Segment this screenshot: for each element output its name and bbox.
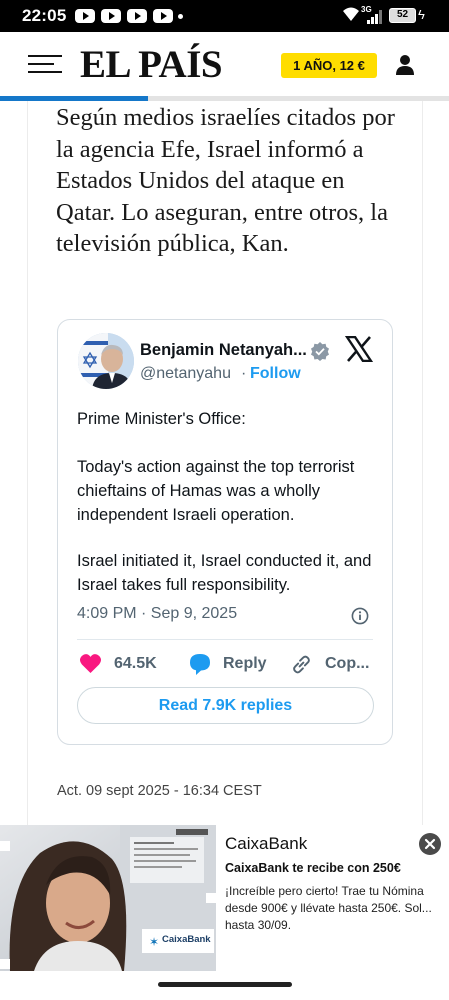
status-bar: 22:05 3G 52 ϟ — [0, 0, 449, 32]
heart-icon[interactable] — [79, 653, 102, 674]
follow-button[interactable]: Follow — [250, 365, 301, 383]
site-logo[interactable]: EL PAÍS — [80, 42, 223, 87]
copy-link-button[interactable]: Cop... — [325, 655, 369, 673]
youtube-icon — [75, 9, 95, 23]
tweet-handle[interactable]: @netanyahu — [140, 365, 231, 383]
article-paragraph: Según medios israelíes citados por la ag… — [56, 104, 395, 257]
reply-icon[interactable] — [188, 652, 212, 676]
close-icon[interactable] — [419, 833, 441, 855]
svg-text:✶: ✶ — [149, 935, 159, 949]
column-divider — [422, 101, 423, 825]
youtube-icon — [127, 9, 147, 23]
x-logo-icon[interactable] — [345, 336, 373, 362]
ad-image[interactable]: ✶ CaixaBank — [0, 825, 216, 971]
tweet-text-paragraph: Israel initiated it, Israel conducted it… — [77, 552, 372, 594]
avatar[interactable] — [78, 333, 134, 389]
ad-image-logo: CaixaBank — [162, 934, 211, 945]
youtube-icon — [153, 9, 173, 23]
tweet-text-paragraph: Today's action against the top terrorist… — [77, 458, 355, 524]
ad-headline[interactable]: CaixaBank te recibe con 250€ — [225, 861, 401, 875]
home-indicator[interactable] — [158, 982, 292, 987]
charging-icon: ϟ — [418, 7, 425, 22]
hamburger-icon[interactable] — [28, 55, 62, 75]
like-count[interactable]: 64.5K — [114, 655, 157, 673]
status-time: 22:05 — [22, 6, 67, 25]
ad-brand[interactable]: CaixaBank — [225, 834, 307, 854]
wifi-icon — [343, 7, 359, 21]
subscribe-button[interactable]: 1 AÑO, 12 € — [281, 53, 377, 78]
tweet-divider — [77, 639, 373, 640]
handle-separator: · — [241, 365, 247, 382]
tweet-embed[interactable]: Benjamin Netanyah... @netanyahu · Follow… — [57, 319, 393, 745]
advertisement-banner[interactable]: ✶ CaixaBank CaixaBank CaixaBank te recib… — [0, 825, 449, 971]
reply-button[interactable]: Reply — [223, 655, 267, 673]
tweet-text-line: Prime Minister's Office: — [77, 410, 246, 428]
signal-icon — [367, 10, 382, 24]
ad-body[interactable]: ¡Increíble pero cierto! Trae tu Nómina d… — [225, 883, 443, 934]
reading-progress-fill — [0, 96, 149, 101]
site-header: EL PAÍS 1 AÑO, 12 € — [0, 32, 449, 96]
battery-icon: 52 — [389, 8, 416, 23]
link-icon[interactable] — [290, 653, 313, 676]
more-notifications-icon — [178, 14, 183, 19]
column-divider — [27, 101, 28, 825]
update-timestamp: Act. 09 sept 2025 - 16:34 CEST — [57, 783, 262, 799]
verified-badge-icon — [311, 342, 329, 361]
user-icon[interactable] — [395, 54, 415, 76]
youtube-icon — [101, 9, 121, 23]
tweet-timestamp[interactable]: 4:09 PM · Sep 9, 2025 — [77, 605, 237, 623]
reading-progress-bar — [0, 96, 449, 101]
read-replies-button[interactable]: Read 7.9K replies — [77, 687, 374, 724]
info-icon[interactable] — [351, 607, 369, 625]
tweet-author-name[interactable]: Benjamin Netanyah... — [140, 341, 307, 360]
